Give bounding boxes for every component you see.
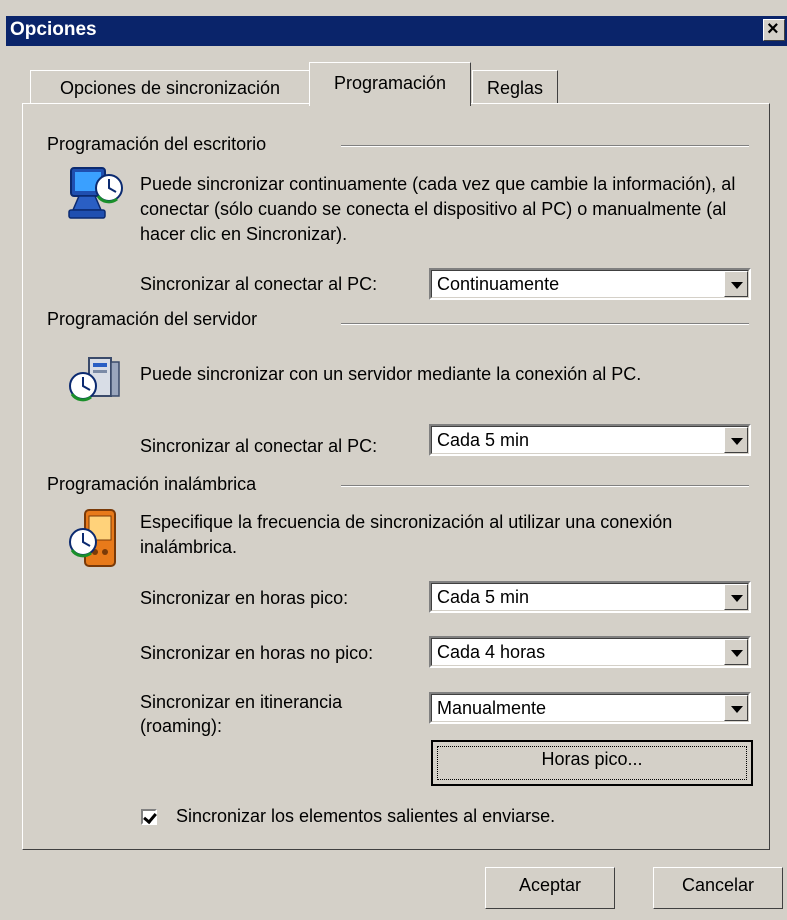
close-button[interactable]: × <box>763 18 785 41</box>
outgoing-items-label[interactable]: Sincronizar los elementos salientes al e… <box>176 804 555 828</box>
chevron-down-icon[interactable] <box>724 271 748 297</box>
chevron-down-icon[interactable] <box>724 584 748 610</box>
offpeak-hours-label: Sincronizar en horas no pico: <box>140 643 374 663</box>
close-icon: × <box>767 18 779 40</box>
server-schedule-heading: Programación del servidor <box>47 309 258 329</box>
title-bar[interactable]: Opciones × <box>6 16 787 46</box>
roaming-label-line2: (roaming): <box>140 716 223 736</box>
wireless-separator <box>341 485 749 487</box>
peak-hours-button[interactable]: Horas pico... <box>431 740 753 786</box>
peak-hours-value: Cada 5 min <box>437 587 530 607</box>
server-sync-value: Cada 5 min <box>437 430 530 450</box>
wireless-schedule-heading: Programación inalámbrica <box>47 474 257 494</box>
tab-sync-options[interactable]: Opciones de sincronización <box>30 70 310 104</box>
roaming-select[interactable]: Manualmente <box>429 692 751 724</box>
tab-rules-label: Reglas <box>486 78 544 98</box>
chevron-down-icon[interactable] <box>724 427 748 453</box>
roaming-value: Manualmente <box>437 698 547 718</box>
pc-sync-icon <box>68 167 123 219</box>
wireless-description: Especifique la frecuencia de sincronizac… <box>140 512 673 557</box>
desktop-separator <box>341 145 749 147</box>
tab-schedule[interactable]: Programación <box>309 62 471 106</box>
cancel-button[interactable]: Cancelar <box>653 867 783 909</box>
outgoing-items-checkbox[interactable] <box>141 809 157 825</box>
desktop-description: Puede sincronizar continuamente (cada ve… <box>140 174 736 244</box>
peak-hours-select[interactable]: Cada 5 min <box>429 581 751 613</box>
chevron-down-icon[interactable] <box>724 695 748 721</box>
window-title: Opciones <box>10 19 97 40</box>
server-sync-select[interactable]: Cada 5 min <box>429 424 751 456</box>
ok-button[interactable]: Aceptar <box>485 867 615 909</box>
chevron-down-icon[interactable] <box>724 639 748 665</box>
peak-hours-label: Sincronizar en horas pico: <box>140 588 349 608</box>
offpeak-hours-value: Cada 4 horas <box>437 642 546 662</box>
device-sync-icon <box>69 509 116 567</box>
server-separator <box>341 323 749 325</box>
tab-sync-options-label: Opciones de sincronización <box>59 78 281 98</box>
offpeak-hours-select[interactable]: Cada 4 horas <box>429 636 751 668</box>
options-dialog: Opciones × Opciones de sincronización Pr… <box>0 0 787 920</box>
cancel-button-label: Cancelar <box>681 875 755 895</box>
desktop-sync-label: Sincronizar al conectar al PC: <box>140 274 378 294</box>
schedule-panel: Programación del escritorio Puede sincro… <box>22 103 770 850</box>
tab-rules[interactable]: Reglas <box>472 70 558 104</box>
peak-hours-button-label: Horas pico... <box>541 749 643 769</box>
desktop-schedule-heading: Programación del escritorio <box>47 134 267 154</box>
server-description: Puede sincronizar con un servidor median… <box>140 364 642 384</box>
roaming-label-line1: Sincronizar en itinerancia <box>140 692 343 712</box>
server-sync-icon <box>69 357 120 402</box>
desktop-sync-value: Continuamente <box>437 274 560 294</box>
tab-schedule-label: Programación <box>333 73 447 93</box>
desktop-sync-select[interactable]: Continuamente <box>429 268 751 300</box>
ok-button-label: Aceptar <box>518 875 582 895</box>
server-sync-label: Sincronizar al conectar al PC: <box>140 436 378 456</box>
